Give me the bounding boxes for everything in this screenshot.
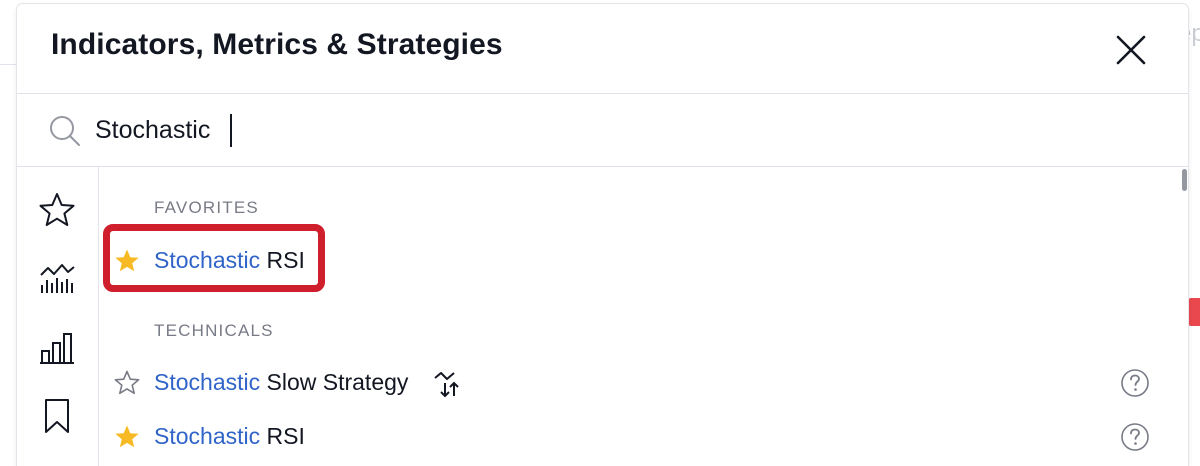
chart-line-icon	[40, 264, 75, 293]
search-icon	[50, 116, 80, 146]
list-item-stochastic-slow-strategy[interactable]: Stochastic Slow Strategy	[100, 357, 1175, 409]
indicator-name: Stochastic Slow Strategy	[154, 369, 408, 396]
indicator-name: Stochastic RSI	[154, 423, 305, 450]
match-highlight: Stochastic	[154, 247, 261, 273]
indicators-dialog: Indicators, Metrics & Strategies Stochas…	[17, 4, 1188, 466]
name-rest: RSI	[260, 423, 305, 449]
text-caret	[230, 114, 232, 147]
results-list: FAVORITES Stochastic RSI TECHNICALS Stoc…	[100, 167, 1175, 466]
sidebar-item-technicals[interactable]	[38, 259, 76, 297]
list-item-stochastic-rsi[interactable]: Stochastic RSI	[100, 411, 1175, 463]
match-highlight: Stochastic	[154, 369, 261, 395]
section-header-favorites: FAVORITES	[154, 198, 259, 217]
help-icon[interactable]	[1120, 368, 1150, 398]
search-input[interactable]	[95, 108, 1095, 152]
dialog-title: Indicators, Metrics & Strategies	[51, 28, 503, 61]
section-header-technicals: TECHNICALS	[154, 321, 274, 340]
help-icon[interactable]	[1120, 422, 1150, 452]
dialog-header: Indicators, Metrics & Strategies	[17, 4, 1188, 93]
sidebar-item-financials[interactable]	[38, 329, 76, 367]
sidebar-item-my-scripts[interactable]	[38, 397, 76, 435]
background-red-marker	[1188, 298, 1200, 326]
search-bar	[17, 93, 1188, 167]
bookmark-icon	[45, 399, 69, 433]
close-icon	[1116, 35, 1146, 65]
star-filled-icon[interactable]	[114, 248, 140, 274]
close-button[interactable]	[1111, 30, 1151, 70]
match-highlight: Stochastic	[154, 423, 261, 449]
name-rest: RSI	[260, 247, 305, 273]
bar-chart-icon	[40, 333, 74, 364]
strategy-icon	[434, 372, 459, 398]
category-sidebar	[17, 167, 99, 466]
star-outline-icon[interactable]	[114, 370, 140, 396]
indicator-name: Stochastic RSI	[154, 247, 305, 274]
star-outline-icon	[39, 193, 75, 226]
scrollbar-thumb[interactable]	[1182, 169, 1187, 191]
name-rest: Slow Strategy	[260, 369, 409, 395]
sidebar-item-favorites[interactable]	[38, 191, 76, 229]
star-filled-icon[interactable]	[114, 424, 140, 450]
list-item-favorite-stochastic-rsi[interactable]: Stochastic RSI	[100, 235, 1175, 287]
